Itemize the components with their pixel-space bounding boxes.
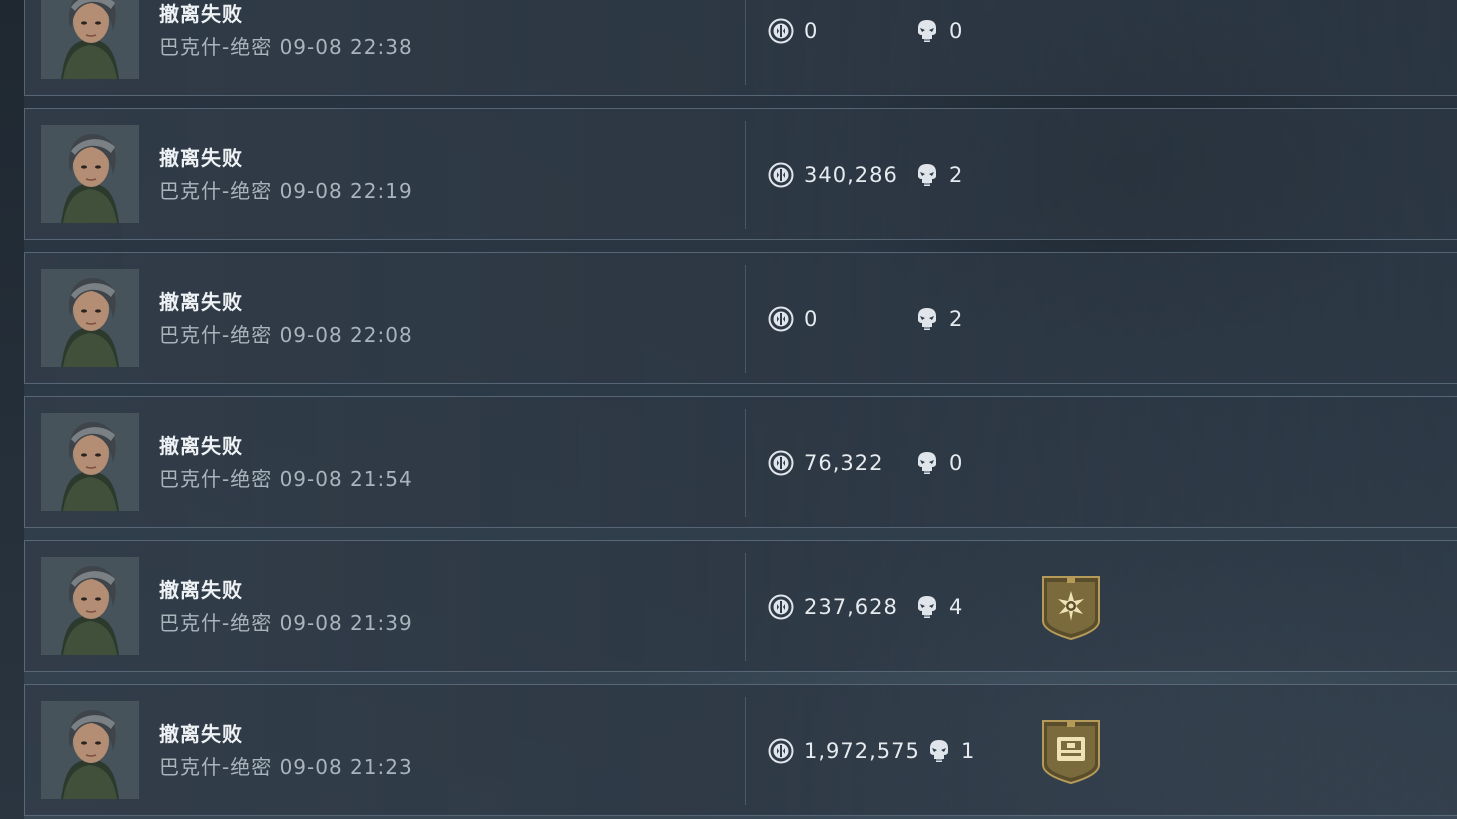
coin-icon <box>768 450 794 476</box>
divider <box>745 409 746 517</box>
operator-avatar <box>41 125 139 223</box>
asset-value: 0 <box>804 307 819 331</box>
asset-value: 237,628 <box>804 595 898 619</box>
asset-value: 76,322 <box>804 451 884 475</box>
background-strip <box>0 0 24 819</box>
coin-icon <box>768 306 794 332</box>
operator-avatar <box>41 269 139 367</box>
match-record-row[interactable]: 撤离失败 巴克什-绝密 09-08 22:08 0 2 <box>24 252 1457 384</box>
skull-icon <box>914 162 940 188</box>
map-mode-time: 巴克什-绝密 09-08 21:54 <box>159 467 413 491</box>
operator-avatar <box>41 413 139 511</box>
operator-avatar <box>41 0 139 79</box>
card-shield-icon[interactable] <box>1041 719 1101 785</box>
operator-avatar <box>41 701 139 799</box>
match-record-row[interactable]: 撤离失败 巴克什-绝密 09-08 21:23 1,972,575 1 <box>24 684 1457 816</box>
coin-icon <box>768 594 794 620</box>
asset-value: 340,286 <box>804 163 898 187</box>
map-mode-time: 巴克什-绝密 09-08 21:23 <box>159 755 413 779</box>
extraction-status: 撤离失败 <box>159 2 243 26</box>
divider <box>745 121 746 229</box>
divider <box>745 0 746 85</box>
match-record-row[interactable]: 撤离失败 巴克什-绝密 09-08 21:54 76,322 0 <box>24 396 1457 528</box>
skull-icon <box>926 738 952 764</box>
kill-count: 1 <box>961 739 976 763</box>
divider <box>745 553 746 661</box>
map-mode-time: 巴克什-绝密 09-08 22:38 <box>159 35 413 59</box>
match-record-row[interactable]: 撤离失败 巴克什-绝密 09-08 22:19 340,286 2 <box>24 108 1457 240</box>
kill-count: 2 <box>949 163 964 187</box>
match-record-row[interactable]: 撤离失败 巴克什-绝密 09-08 21:39 237,628 4 <box>24 540 1457 672</box>
map-mode-time: 巴克什-绝密 09-08 22:08 <box>159 323 413 347</box>
extraction-status: 撤离失败 <box>159 722 243 746</box>
extraction-status: 撤离失败 <box>159 578 243 602</box>
coin-icon <box>768 18 794 44</box>
star-shield-icon[interactable] <box>1041 575 1101 641</box>
kill-count: 2 <box>949 307 964 331</box>
extraction-status: 撤离失败 <box>159 290 243 314</box>
match-record-row[interactable]: 撤离失败 巴克什-绝密 09-08 22:38 0 0 <box>24 0 1457 96</box>
extraction-status: 撤离失败 <box>159 146 243 170</box>
map-mode-time: 巴克什-绝密 09-08 22:19 <box>159 179 413 203</box>
coin-icon <box>768 738 794 764</box>
kill-count: 0 <box>949 19 964 43</box>
skull-icon <box>914 594 940 620</box>
skull-icon <box>914 306 940 332</box>
divider <box>745 697 746 805</box>
skull-icon <box>914 18 940 44</box>
kill-count: 0 <box>949 451 964 475</box>
map-mode-time: 巴克什-绝密 09-08 21:39 <box>159 611 413 635</box>
asset-value: 0 <box>804 19 819 43</box>
operator-avatar <box>41 557 139 655</box>
asset-value: 1,972,575 <box>804 739 920 763</box>
kill-count: 4 <box>949 595 964 619</box>
match-history-list[interactable]: 撤离失败 巴克什-绝密 09-08 22:38 0 0 撤离失败 巴克什-绝密 … <box>24 0 1457 819</box>
extraction-status: 撤离失败 <box>159 434 243 458</box>
divider <box>745 265 746 373</box>
coin-icon <box>768 162 794 188</box>
skull-icon <box>914 450 940 476</box>
